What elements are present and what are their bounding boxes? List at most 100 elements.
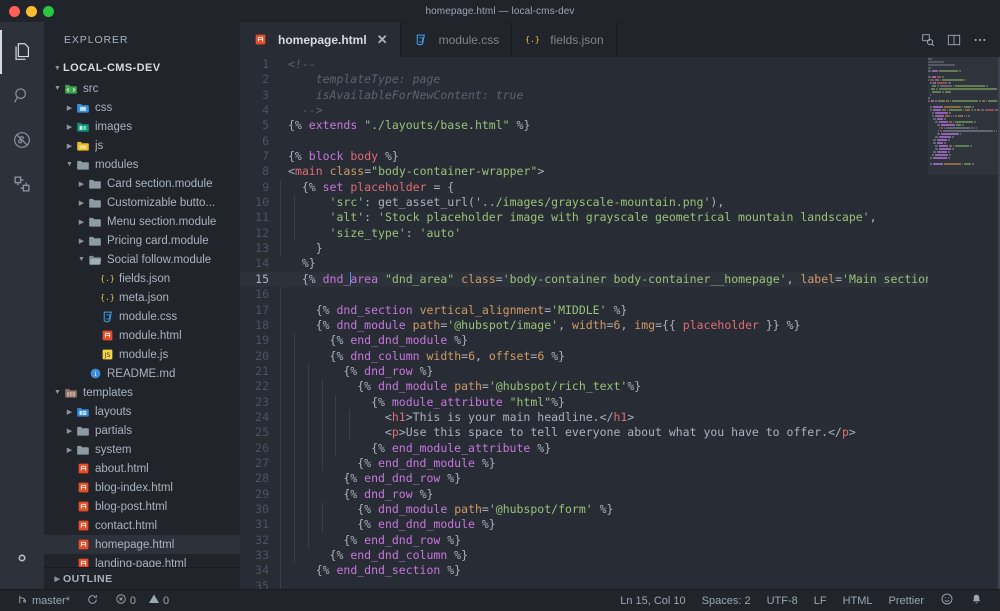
code-line[interactable]: 9 {% set placeholder = { [240,180,928,195]
code-token: "html" [510,395,552,409]
activity-item-source-control[interactable] [0,118,44,162]
code-line[interactable]: 22 {% dnd_module path='@hubspot/rich_tex… [240,379,928,394]
code-line[interactable]: 32 {% end_dnd_row %} [240,533,928,548]
status-eol[interactable]: LF [806,590,835,611]
code-line[interactable]: 2 templateType: page [240,72,928,87]
code-line[interactable]: 24 <h1>This is your main headline.</h1> [240,410,928,425]
tree-file-module-html[interactable]: module.html [44,326,240,345]
code-line[interactable]: 6 [240,134,928,149]
open-preview-button[interactable] [920,32,936,48]
status-encoding[interactable]: UTF-8 [759,590,806,611]
code-line[interactable]: 1<!-- [240,57,928,72]
indent-guide [294,349,295,364]
status-formatter[interactable]: Prettier [881,590,932,611]
code-editor[interactable]: 1<!--2 templateType: page3 isAvailableFo… [240,57,1000,589]
tree-file-blog-post-html[interactable]: blog-post.html [44,497,240,516]
code-line[interactable]: 29 {% dnd_row %} [240,487,928,502]
tree-folder-templates[interactable]: ▼templates [44,383,240,402]
tree-file-contact-html[interactable]: contact.html [44,516,240,535]
tree-folder-pricing-card-module[interactable]: ▶Pricing card.module [44,231,240,250]
code-line-text: {% end_dnd_module %} [280,517,928,532]
activity-item-manage[interactable] [0,545,44,589]
more-actions-button[interactable] [972,32,988,48]
tree-folder-layouts[interactable]: ▶layouts [44,402,240,421]
code-line[interactable]: 12 'size_type': 'auto' [240,226,928,241]
code-line[interactable]: 10 'src': get_asset_url('../images/grays… [240,195,928,210]
tab-close-button[interactable]: ✕ [377,33,388,46]
tree-folder-card-section-module[interactable]: ▶Card section.module [44,174,240,193]
tree-file-blog-index-html[interactable]: blog-index.html [44,478,240,497]
activity-item-explorer[interactable] [0,30,44,74]
line-number: 25 [240,425,280,440]
code-line[interactable]: 20 {% dnd_column width=6, offset=6 %} [240,349,928,364]
tree-folder-menu-section-module[interactable]: ▶Menu section.module [44,212,240,231]
indent-guide [294,195,295,210]
code-line[interactable]: 33 {% end_dnd_column %} [240,548,928,563]
code-lines[interactable]: 1<!--2 templateType: page3 isAvailableFo… [240,57,928,589]
tab-fields-json[interactable]: {.}fields.json [512,22,616,57]
activity-item-search[interactable] [0,74,44,118]
minimap-slider[interactable] [928,57,1000,175]
status-notifications[interactable] [962,590,991,611]
minimap[interactable] [928,57,1000,589]
code-line[interactable]: 23 {% module_attribute "html"%} [240,395,928,410]
status-language-mode[interactable]: HTML [835,590,881,611]
code-line[interactable]: 19 {% end_dnd_module %} [240,333,928,348]
tab-homepage-html[interactable]: homepage.html✕ [240,22,401,57]
tree-folder-partials[interactable]: ▶partials [44,421,240,440]
code-line[interactable]: 15 {% dnd_area "dnd_area" class='body-co… [240,272,928,287]
activity-item-extensions[interactable] [0,162,44,206]
code-line[interactable]: 28 {% end_dnd_row %} [240,471,928,486]
tree-file-module-css[interactable]: module.css [44,307,240,326]
status-problems[interactable]: 0 0 [107,590,177,611]
code-line[interactable]: 34 {% end_dnd_section %} [240,563,928,578]
code-token: img [634,318,655,332]
tree-file-fields-json[interactable]: {.}fields.json [44,269,240,288]
tree-folder-social-follow-module[interactable]: ▼Social follow.module [44,250,240,269]
code-line[interactable]: 17 {% dnd_section vertical_alignment='MI… [240,303,928,318]
code-line[interactable]: 26 {% end_module_attribute %} [240,441,928,456]
code-line[interactable]: 21 {% dnd_row %} [240,364,928,379]
svg-text:{.}: {.} [101,292,114,302]
code-line[interactable]: 30 {% dnd_module path='@hubspot/form' %} [240,502,928,517]
status-feedback[interactable] [932,590,962,611]
status-sync[interactable] [78,590,107,611]
status-indentation[interactable]: Spaces: 2 [694,590,759,611]
code-line[interactable]: 5{% extends "./layouts/base.html" %} [240,118,928,133]
tree-file-landing-page-html[interactable]: landing-page.html [44,554,240,567]
code-line[interactable]: 16 [240,287,928,302]
tree-folder-modules[interactable]: ▼modules [44,155,240,174]
status-cursor-position[interactable]: Ln 15, Col 10 [612,590,693,611]
indent-guide [280,379,281,394]
code-line[interactable]: 13 } [240,241,928,256]
outline-section-header[interactable]: ▶ OUTLINE [44,567,240,589]
tree-folder-customizable-butto[interactable]: ▶Customizable butto... [44,193,240,212]
file-tree[interactable]: ▼src▶css▶images▶js▼modules▶Card section.… [44,79,240,567]
tree-folder-images[interactable]: ▶images [44,117,240,136]
code-line[interactable]: 27 {% end_dnd_module %} [240,456,928,471]
code-line[interactable]: 35 [240,579,928,589]
tree-folder-js[interactable]: ▶js [44,136,240,155]
tree-folder-src[interactable]: ▼src [44,79,240,98]
code-line[interactable]: 31 {% end_dnd_module %} [240,517,928,532]
code-line[interactable]: 3 isAvailableForNewContent: true [240,88,928,103]
tree-file-readme-md[interactable]: iREADME.md [44,364,240,383]
code-line[interactable]: 8<main class="body-container-wrapper"> [240,164,928,179]
code-line[interactable]: 7{% block body %} [240,149,928,164]
line-number: 21 [240,364,280,379]
code-line[interactable]: 18 {% dnd_module path='@hubspot/image', … [240,318,928,333]
tab-module-css[interactable]: module.css [401,22,513,57]
code-line[interactable]: 14 %} [240,256,928,271]
tree-file-about-html[interactable]: about.html [44,459,240,478]
workspace-root-row[interactable]: ▼ LOCAL-CMS-DEV [44,57,240,79]
code-line[interactable]: 4 --> [240,103,928,118]
code-line[interactable]: 11 'alt': 'Stock placeholder image with … [240,210,928,225]
tree-file-homepage-html[interactable]: homepage.html [44,535,240,554]
tree-file-meta-json[interactable]: {.}meta.json [44,288,240,307]
tree-folder-system[interactable]: ▶system [44,440,240,459]
tree-folder-css[interactable]: ▶css [44,98,240,117]
tree-file-module-js[interactable]: JSmodule.js [44,345,240,364]
split-editor-button[interactable] [946,32,962,48]
status-branch[interactable]: master* [8,590,78,611]
code-line[interactable]: 25 <p>Use this space to tell everyone ab… [240,425,928,440]
